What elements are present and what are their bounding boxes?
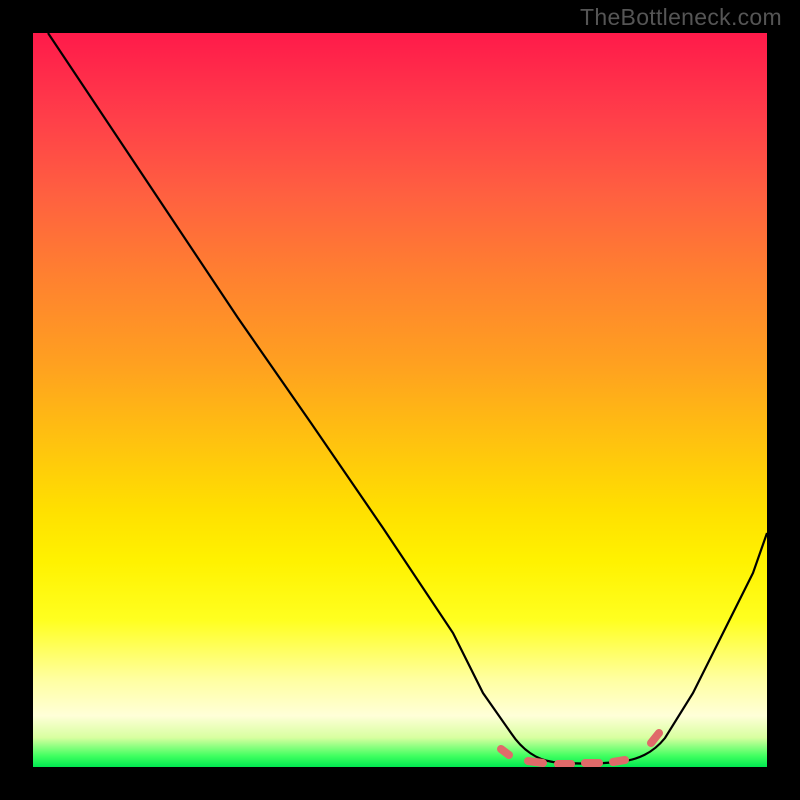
bottleneck-curve — [33, 33, 767, 767]
chart-plot-area — [33, 33, 767, 767]
curve-path — [48, 33, 767, 764]
watermark-text: TheBottleneck.com — [580, 4, 782, 31]
optimal-zone-dashes — [501, 733, 659, 764]
